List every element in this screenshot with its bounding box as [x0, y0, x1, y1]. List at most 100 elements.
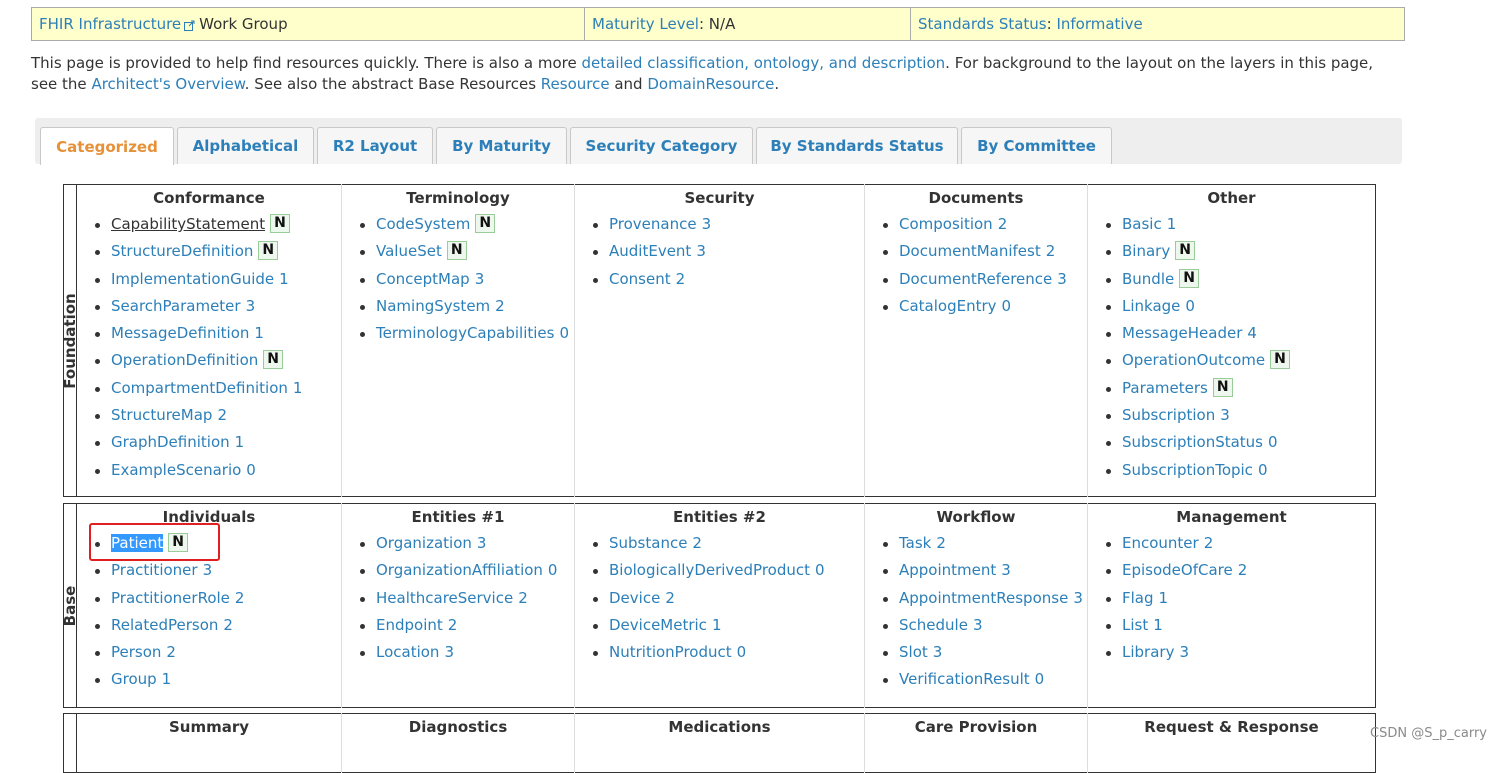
tab-by-committee[interactable]: By Committee: [961, 127, 1112, 164]
resource-link-list[interactable]: List: [1122, 616, 1148, 634]
resource-list-item: Endpoint 2: [356, 612, 574, 639]
resource-link-library[interactable]: Library: [1122, 643, 1174, 661]
normative-badge: N: [475, 214, 496, 233]
resource-link-messagedefinition[interactable]: MessageDefinition: [111, 324, 249, 342]
entities-2-column: Entities #2 Substance 2 BiologicallyDerived…: [574, 503, 865, 708]
resource-link-basic[interactable]: Basic: [1122, 215, 1162, 233]
resource-link-group[interactable]: Group: [111, 670, 157, 688]
resource-link[interactable]: Resource: [541, 75, 610, 93]
resource-list: Encounter 2 EpisodeOfCare 2 Flag 1 List 1 Librar…: [1088, 530, 1375, 666]
resource-link-subscriptiontopic[interactable]: SubscriptionTopic: [1122, 461, 1253, 479]
resource-list-item: Location 3: [356, 639, 574, 666]
resource-list-item: DocumentManifest 2: [879, 238, 1087, 265]
resource-link-subscription[interactable]: Subscription: [1122, 406, 1215, 424]
resource-link-verificationresult[interactable]: VerificationResult: [899, 670, 1030, 688]
resource-link-structuremap[interactable]: StructureMap: [111, 406, 212, 424]
resource-list: CapabilityStatement N StructureDefinition N…: [77, 211, 341, 484]
resource-link-subscriptionstatus[interactable]: SubscriptionStatus: [1122, 433, 1263, 451]
resource-link-practitionerrole[interactable]: PractitionerRole: [111, 589, 230, 607]
resource-link-catalogentry[interactable]: CatalogEntry: [899, 297, 997, 315]
resource-link-practitioner[interactable]: Practitioner: [111, 561, 198, 579]
maturity-level: 3: [972, 615, 983, 634]
resource-link-episodeofcare[interactable]: EpisodeOfCare: [1122, 561, 1233, 579]
resource-link-location[interactable]: Location: [376, 643, 439, 661]
resource-link-bundle[interactable]: Bundle: [1122, 270, 1174, 288]
resource-link-terminologycapabilities[interactable]: TerminologyCapabilities: [376, 324, 554, 342]
resource-link-composition[interactable]: Composition: [899, 215, 993, 233]
resource-link-examplescenario[interactable]: ExampleScenario: [111, 461, 241, 479]
maturity-level: 1: [292, 378, 303, 397]
tab-categorized[interactable]: Categorized: [40, 127, 174, 165]
resource-list-item: SubscriptionStatus 0: [1102, 429, 1375, 456]
resource-link-healthcareservice[interactable]: HealthcareService: [376, 589, 513, 607]
resource-link-capabilitystatement[interactable]: CapabilityStatement: [111, 215, 265, 233]
resource-link-documentreference[interactable]: DocumentReference: [899, 270, 1052, 288]
resource-link-organization[interactable]: Organization: [376, 534, 472, 552]
resource-link-documentmanifest[interactable]: DocumentManifest: [899, 242, 1041, 260]
resource-link-operationdefinition[interactable]: OperationDefinition: [111, 351, 258, 369]
work-group-link[interactable]: FHIR Infrastructure: [39, 15, 181, 33]
resource-link-codesystem[interactable]: CodeSystem: [376, 215, 470, 233]
resource-link-person[interactable]: Person: [111, 643, 161, 661]
resource-link-auditevent[interactable]: AuditEvent: [609, 242, 691, 260]
resource-link-relatedperson[interactable]: RelatedPerson: [111, 616, 218, 634]
base-row-label: Base: [61, 503, 79, 708]
tab-alphabetical[interactable]: Alphabetical: [177, 127, 314, 164]
resource-link-linkage[interactable]: Linkage: [1122, 297, 1180, 315]
resource-link-namingsystem[interactable]: NamingSystem: [376, 297, 490, 315]
maturity-level: 0: [246, 460, 256, 479]
standards-status-link[interactable]: Standards Status: [918, 15, 1047, 33]
resource-list-item: Substance 2: [589, 530, 864, 557]
resource-link-compartmentdefinition[interactable]: CompartmentDefinition: [111, 379, 288, 397]
tab-by-maturity[interactable]: By Maturity: [436, 127, 567, 164]
resource-link-devicemetric[interactable]: DeviceMetric: [609, 616, 707, 634]
maturity-level: 2: [447, 615, 458, 634]
resource-link-structuredefinition[interactable]: StructureDefinition: [111, 242, 253, 260]
normative-badge: N: [270, 214, 290, 233]
resource-link-device[interactable]: Device: [609, 589, 660, 607]
domainresource-link[interactable]: DomainResource: [647, 75, 774, 93]
maturity-level: 3: [696, 242, 706, 261]
resource-link-valueset[interactable]: ValueSet: [376, 242, 442, 260]
column-title: Security: [684, 189, 755, 207]
resource-link-consent[interactable]: Consent: [609, 270, 671, 288]
resource-link-biologicallyderivedproduct[interactable]: BiologicallyDerivedProduct: [609, 561, 810, 579]
maturity-level: 4: [1247, 324, 1257, 343]
resource-link-schedule[interactable]: Schedule: [899, 616, 968, 634]
standards-status-cell: Standards Status: Informative: [911, 8, 1404, 40]
resource-link-graphdefinition[interactable]: GraphDefinition: [111, 433, 230, 451]
maturity-level: 2: [518, 588, 528, 607]
architect-overview-link[interactable]: Architect's Overview: [91, 75, 244, 93]
resource-link-appointmentresponse[interactable]: AppointmentResponse: [899, 589, 1068, 607]
tab-r2-layout[interactable]: R2 Layout: [317, 127, 433, 164]
resource-link-operationoutcome[interactable]: OperationOutcome: [1122, 351, 1265, 369]
tab-security-category[interactable]: Security Category: [570, 127, 753, 164]
resource-link-slot[interactable]: Slot: [899, 643, 928, 661]
medications-column: Medications: [574, 713, 865, 773]
resource-link-searchparameter[interactable]: SearchParameter: [111, 297, 241, 315]
maturity-link[interactable]: Maturity Level: [592, 15, 699, 33]
resource-link-parameters[interactable]: Parameters: [1122, 379, 1208, 397]
classification-link[interactable]: detailed classification, ontology, and d…: [582, 54, 946, 72]
resource-link-messageheader[interactable]: MessageHeader: [1122, 324, 1242, 342]
resource-link-organizationaffiliation[interactable]: OrganizationAffiliation: [376, 561, 543, 579]
resource-link-implementationguide[interactable]: ImplementationGuide: [111, 270, 274, 288]
resource-list-item: StructureMap 2: [91, 402, 341, 429]
resource-link-encounter[interactable]: Encounter: [1122, 534, 1199, 552]
resource-link-appointment[interactable]: Appointment: [899, 561, 996, 579]
standards-status-sep: :: [1046, 15, 1057, 33]
resource-link-endpoint[interactable]: Endpoint: [376, 616, 443, 634]
resource-link-provenance[interactable]: Provenance: [609, 215, 697, 233]
tab-by-standards-status[interactable]: By Standards Status: [756, 127, 958, 164]
resource-link-task[interactable]: Task: [899, 534, 931, 552]
resource-link-conceptmap[interactable]: ConceptMap: [376, 270, 470, 288]
standards-status-value-link[interactable]: Informative: [1056, 15, 1142, 33]
maturity-level: 1: [1158, 588, 1169, 607]
resource-list-item: CompartmentDefinition 1: [91, 375, 341, 402]
resource-link-nutritionproduct[interactable]: NutritionProduct: [609, 643, 732, 661]
maturity-level: 0: [1257, 460, 1268, 479]
resource-link-substance[interactable]: Substance: [609, 534, 687, 552]
documents-column: Documents Composition 2 DocumentManifest 2 Do…: [864, 184, 1088, 497]
resource-link-binary[interactable]: Binary: [1122, 242, 1170, 260]
resource-link-flag[interactable]: Flag: [1122, 589, 1154, 607]
